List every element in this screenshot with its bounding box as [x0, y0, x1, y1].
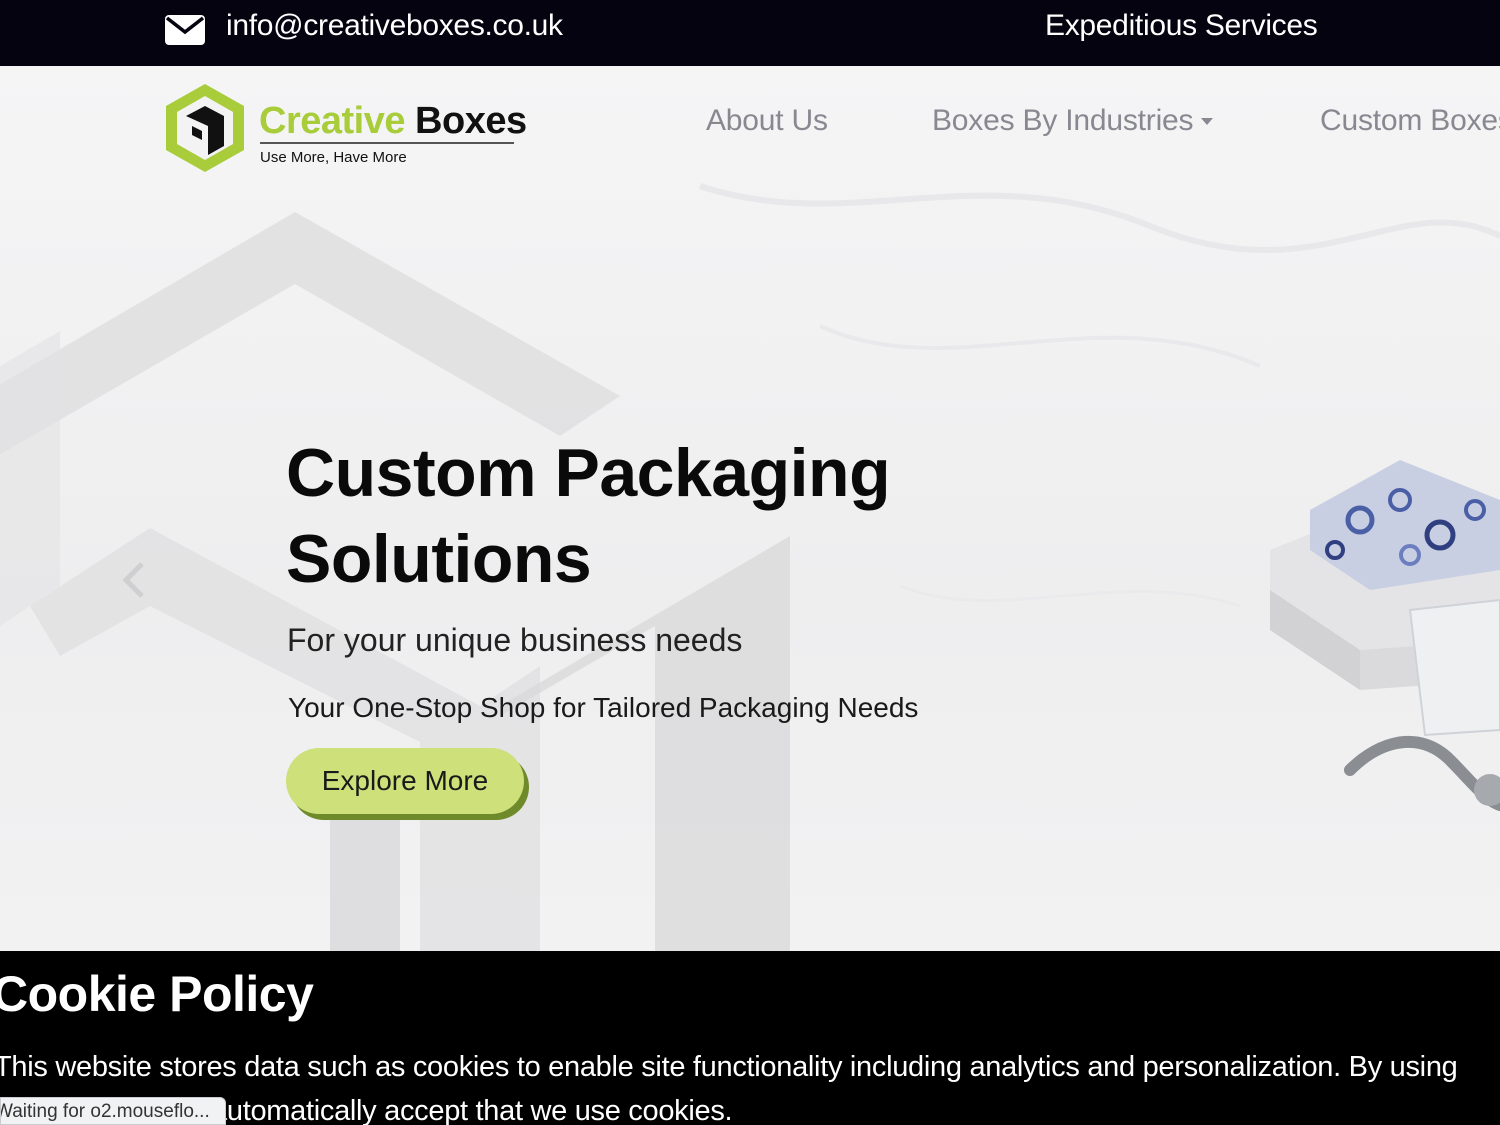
- hero-title-line2: Solutions: [286, 521, 592, 597]
- mail-icon: [165, 15, 205, 45]
- logo-word-boxes: Boxes: [415, 100, 527, 142]
- nav-about-us[interactable]: About Us: [706, 104, 828, 138]
- site-logo[interactable]: Creative Boxes Use More, Have More: [164, 82, 527, 177]
- product-boxes-image: [1270, 460, 1500, 811]
- nav-boxes-by-industries[interactable]: Boxes By Industries: [932, 104, 1214, 138]
- cookie-title: Cookie Policy: [0, 966, 314, 1022]
- nav-industries-label: Boxes By Industries: [932, 104, 1194, 137]
- logo-wordmark: Creative Boxes: [259, 100, 527, 143]
- caret-down-icon: [1201, 118, 1214, 125]
- nav-custom-boxes[interactable]: Custom Boxes: [1320, 104, 1500, 138]
- logo-word-creative: Creative: [259, 100, 405, 142]
- hero-subtitle: For your unique business needs: [287, 622, 743, 658]
- logo-cube-icon: [166, 84, 244, 172]
- services-label: Expeditious Services: [1045, 9, 1318, 42]
- contact-email-link[interactable]: info@creativeboxes.co.uk: [226, 9, 563, 43]
- cookie-text-line1: This website stores data such as cookies…: [0, 1051, 1458, 1083]
- browser-status-bar: Waiting for o2.mouseflo...: [0, 1097, 226, 1125]
- hero-title: Custom Packaging Solutions: [286, 430, 986, 602]
- logo-tagline: Use More, Have More: [260, 149, 407, 166]
- hero-title-line1: Custom Packaging: [286, 435, 891, 511]
- top-bar: info@creativeboxes.co.uk Expeditious Ser…: [0, 0, 1500, 66]
- hero-tagline: Your One-Stop Shop for Tailored Packagin…: [288, 692, 919, 723]
- explore-more-button[interactable]: Explore More: [286, 748, 524, 814]
- logo-divider: [260, 142, 514, 144]
- slider-prev-arrow-icon[interactable]: [120, 560, 150, 600]
